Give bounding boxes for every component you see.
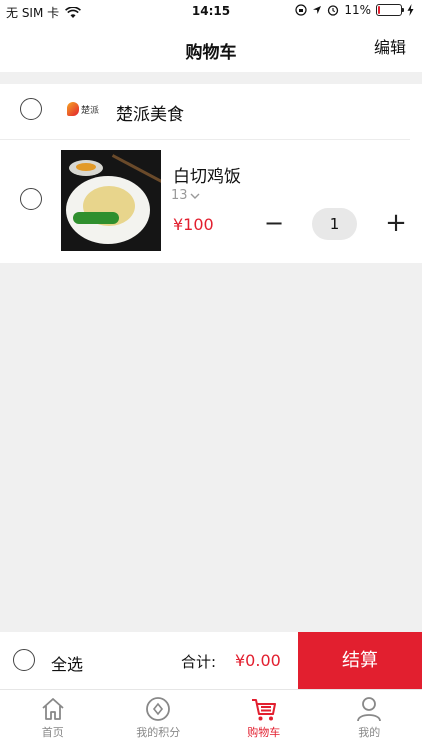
edit-button[interactable]: 编辑 bbox=[374, 34, 406, 58]
total-label: 合计: bbox=[181, 653, 217, 671]
quantity-value[interactable]: 1 bbox=[312, 208, 357, 240]
item-price: ¥100 bbox=[173, 215, 214, 234]
item-select-radio[interactable] bbox=[20, 188, 42, 210]
page-title: 购物车 bbox=[185, 43, 237, 63]
item-name[interactable]: 白切鸡饭 bbox=[173, 162, 241, 187]
battery-percent: 11% bbox=[344, 3, 371, 17]
home-icon bbox=[42, 698, 64, 720]
select-all-radio[interactable] bbox=[13, 649, 35, 671]
status-bar: 无 SIM 卡 14:15 11% bbox=[0, 0, 422, 22]
shop-logo-text: 楚派 bbox=[81, 105, 100, 116]
battery-fill bbox=[378, 6, 380, 14]
tab-cart-label: 购物车 bbox=[247, 726, 281, 739]
tab-home-label: 首页 bbox=[41, 726, 64, 739]
charging-icon bbox=[407, 4, 414, 16]
tab-bar: 首页 我的积分 购物车 我的 bbox=[0, 689, 422, 750]
tab-cart[interactable]: 购物车 bbox=[211, 690, 317, 750]
checkout-bar: 全选 合计: ¥0.00 结算 bbox=[0, 632, 422, 689]
points-icon bbox=[146, 697, 171, 721]
tab-profile[interactable]: 我的 bbox=[317, 690, 422, 750]
total-value: ¥0.00 bbox=[235, 651, 281, 670]
food-image-sauce bbox=[76, 163, 96, 171]
food-image[interactable] bbox=[61, 150, 161, 251]
lock-rotation-icon bbox=[295, 4, 307, 16]
select-all-label[interactable]: 全选 bbox=[51, 651, 83, 675]
alarm-icon bbox=[328, 5, 339, 16]
tab-home[interactable]: 首页 bbox=[0, 690, 106, 750]
tab-points[interactable]: 我的积分 bbox=[106, 690, 212, 750]
quantity-increase-button[interactable]: + bbox=[384, 210, 408, 238]
location-icon bbox=[313, 6, 322, 14]
chevron-down-icon bbox=[190, 193, 200, 199]
nav-bar: 购物车 编辑 bbox=[0, 22, 422, 72]
user-icon bbox=[357, 697, 382, 722]
tab-points-label: 我的积分 bbox=[136, 726, 181, 739]
tab-profile-label: 我的 bbox=[358, 726, 381, 739]
checkout-button[interactable]: 结算 bbox=[298, 632, 422, 689]
shop-logo: 楚派 bbox=[67, 100, 101, 118]
item-spec-value: 13 bbox=[171, 188, 188, 203]
battery-icon bbox=[376, 4, 404, 16]
cart-icon bbox=[251, 699, 276, 721]
shop-select-radio[interactable] bbox=[20, 98, 42, 120]
shop-logo-mark bbox=[67, 102, 79, 116]
status-right: 11% bbox=[295, 3, 414, 17]
shop-name[interactable]: 楚派美食 bbox=[116, 100, 184, 125]
quantity-decrease-button[interactable]: − bbox=[262, 210, 286, 238]
item-spec-selector[interactable]: 13 bbox=[171, 188, 200, 203]
food-image-greens bbox=[73, 212, 119, 224]
divider bbox=[0, 139, 410, 140]
